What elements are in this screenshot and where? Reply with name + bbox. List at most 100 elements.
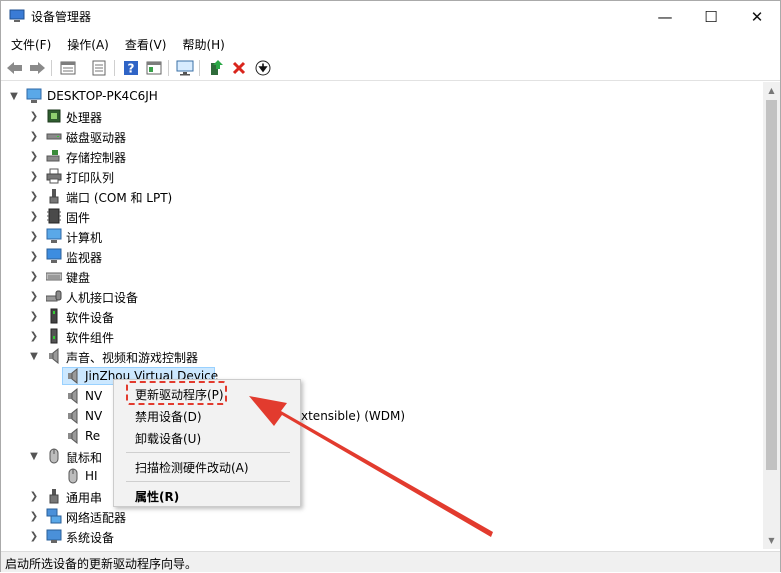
software-component-icon	[50, 328, 58, 344]
tree-item-label-suffix: xtensible) (WDM)	[301, 409, 406, 423]
speaker-icon	[68, 428, 78, 444]
tree-item-disk-drive[interactable]: ❯ 磁盘驱动器	[1, 126, 763, 146]
tree-item-label: 监视器	[66, 251, 103, 265]
mouse-icon	[49, 448, 59, 464]
menu-file[interactable]: 文件(F)	[1, 33, 59, 55]
tree-item-keyboard[interactable]: ❯ 键盘	[1, 266, 763, 286]
status-bar: 启动所选设备的更新驱动程序向导。	[1, 551, 780, 572]
expand-chevron-icon[interactable]: ❯	[28, 169, 40, 183]
forward-arrow-icon[interactable]	[28, 59, 46, 77]
tree-item-label: 人机接口设备	[66, 291, 139, 305]
tree-item-system-device[interactable]: ❯ 系统设备	[1, 526, 763, 546]
expand-chevron-icon[interactable]: ❯	[28, 529, 40, 543]
expand-chevron-icon[interactable]: ❯	[28, 269, 40, 283]
expand-chevron-icon[interactable]: ❯	[28, 149, 40, 163]
collapse-chevron-icon[interactable]: ▼	[8, 89, 20, 103]
expand-chevron-icon[interactable]: ❯	[28, 249, 40, 263]
tree-item-label: Re	[85, 429, 101, 443]
collapse-chevron-icon[interactable]: ▼	[28, 449, 40, 463]
computer-icon	[26, 88, 42, 103]
printer-icon	[46, 168, 62, 184]
context-separator	[126, 481, 290, 482]
menu-view[interactable]: 查看(V)	[117, 33, 175, 55]
view-icon[interactable]	[145, 59, 163, 77]
vertical-scrollbar[interactable]: ▲ ▼	[763, 82, 780, 549]
minimize-button[interactable]: —	[642, 1, 688, 32]
status-text: 启动所选设备的更新驱动程序向导。	[5, 557, 198, 571]
print-icon[interactable]	[90, 59, 108, 77]
firmware-icon	[47, 208, 61, 224]
tree-item-monitor[interactable]: ❯ 监视器	[1, 246, 763, 266]
collapse-chevron-icon[interactable]: ▼	[28, 349, 40, 363]
menu-help[interactable]: 帮助(H)	[174, 33, 232, 55]
expand-chevron-icon[interactable]: ❯	[28, 289, 40, 303]
speaker-icon	[68, 408, 78, 424]
device-manager-window: 设备管理器 — ☐ ✕ 文件(F) 操作(A) 查看(V) 帮助(H) ? ▼ …	[0, 0, 781, 572]
context-disable-device[interactable]: 禁用设备(D)	[115, 404, 299, 426]
expand-chevron-icon[interactable]: ❯	[28, 229, 40, 243]
tree-item-label: 软件组件	[66, 331, 115, 345]
expand-chevron-icon[interactable]: ❯	[28, 309, 40, 323]
tree-item-print-queue[interactable]: ❯ 打印队列	[1, 166, 763, 186]
hid-icon	[46, 290, 62, 302]
context-scan-hardware[interactable]: 扫描检测硬件改动(A)	[115, 455, 299, 477]
tree-item-computer[interactable]: ❯ 计算机	[1, 226, 763, 246]
tree-item-sound-video-game[interactable]: ▼ 声音、视频和游戏控制器	[1, 346, 763, 366]
tree-root-label: DESKTOP-PK4C6JH	[47, 89, 158, 103]
context-uninstall-device[interactable]: 卸载设备(U)	[115, 426, 299, 448]
close-button[interactable]: ✕	[734, 1, 780, 32]
processor-icon	[47, 109, 61, 123]
toolbar-separator	[51, 60, 52, 76]
tree-item-software-device[interactable]: ❯ 软件设备	[1, 306, 763, 326]
maximize-button[interactable]: ☐	[688, 1, 734, 32]
speaker-icon	[68, 368, 78, 384]
context-properties[interactable]: 属性(R)	[115, 484, 299, 506]
scroll-down-icon[interactable]: ▼	[763, 532, 780, 549]
scroll-up-icon[interactable]: ▲	[763, 82, 780, 99]
device-manager-app-icon	[9, 9, 25, 22]
delete-icon[interactable]	[230, 59, 248, 77]
tree-item-label: HI	[85, 469, 98, 483]
tree-item-label: 声音、视频和游戏控制器	[66, 351, 199, 365]
tree-item-software-component[interactable]: ❯ 软件组件	[1, 326, 763, 346]
tree-item-label: 磁盘驱动器	[66, 131, 127, 145]
title-bar: 设备管理器 — ☐ ✕	[1, 1, 780, 32]
properties-icon[interactable]	[59, 59, 77, 77]
tree-item-label: NV	[85, 409, 103, 423]
tree-item-network-adapter[interactable]: ❯ 网络适配器	[1, 506, 763, 526]
back-arrow-icon[interactable]	[6, 59, 24, 77]
tree-item-firmware[interactable]: ❯ 固件	[1, 206, 763, 226]
tree-item-label: 系统设备	[66, 531, 115, 545]
tree-item-label: 网络适配器	[66, 511, 127, 525]
mouse-icon	[68, 468, 78, 484]
speaker-icon	[49, 348, 59, 364]
expand-chevron-icon[interactable]: ❯	[28, 109, 40, 123]
tree-item-ports[interactable]: ❯ 端口 (COM 和 LPT)	[1, 186, 763, 206]
scroll-thumb[interactable]	[766, 100, 777, 470]
tree-item-processor[interactable]: ❯ 处理器	[1, 106, 763, 126]
menu-action[interactable]: 操作(A)	[59, 33, 117, 55]
tree-root[interactable]: ▼ DESKTOP-PK4C6JH	[1, 86, 763, 106]
software-device-icon	[50, 308, 58, 324]
expand-chevron-icon[interactable]: ❯	[28, 209, 40, 223]
tree-item-storage-controller[interactable]: ❯ 存储控制器	[1, 146, 763, 166]
download-icon[interactable]	[254, 59, 272, 77]
expand-chevron-icon[interactable]: ❯	[28, 509, 40, 523]
update-driver-icon[interactable]	[207, 59, 225, 77]
expand-chevron-icon[interactable]: ❯	[28, 189, 40, 203]
tree-item-label: 存储控制器	[66, 151, 127, 165]
expand-chevron-icon[interactable]: ❯	[28, 329, 40, 343]
disk-drive-icon	[46, 133, 62, 140]
system-device-icon	[46, 529, 62, 543]
keyboard-icon	[46, 272, 62, 281]
expand-chevron-icon[interactable]: ❯	[28, 489, 40, 503]
expand-chevron-icon[interactable]: ❯	[28, 129, 40, 143]
monitor-icon[interactable]	[176, 59, 194, 77]
tree-item-label: 固件	[66, 211, 91, 225]
help-icon[interactable]: ?	[122, 59, 140, 77]
storage-controller-icon	[46, 150, 60, 162]
monitor-icon	[46, 248, 62, 263]
toolbar: ?	[1, 56, 780, 81]
port-icon	[49, 189, 59, 204]
tree-item-hid[interactable]: ❯ 人机接口设备	[1, 286, 763, 306]
